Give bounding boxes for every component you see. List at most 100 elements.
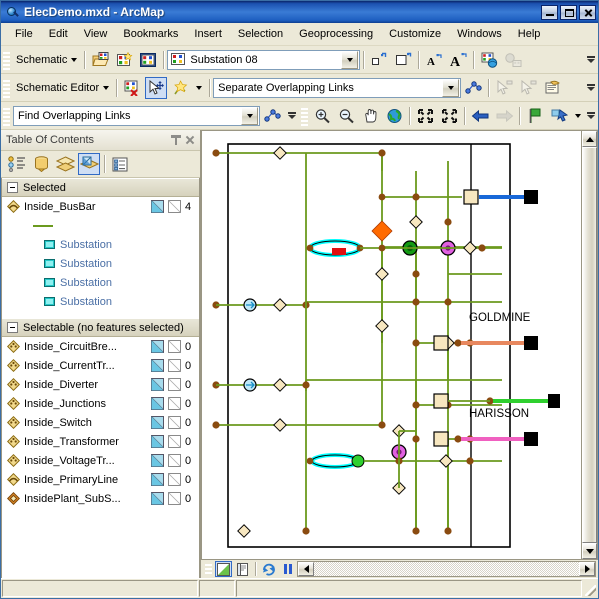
- edit-sketch-button[interactable]: [215, 561, 232, 577]
- menu-selection[interactable]: Selection: [230, 25, 291, 43]
- menu-insert[interactable]: Insert: [186, 25, 230, 43]
- toc-layer-inside-voltagetransformer[interactable]: Inside_VoltageTr... 0: [2, 451, 199, 470]
- open-diagram-button[interactable]: [89, 49, 111, 71]
- toc-layer-inside-switch[interactable]: Inside_Switch 0: [2, 413, 199, 432]
- toc-layer-inside-busbar[interactable]: Inside_BusBar 4: [2, 197, 199, 216]
- select-all-icon[interactable]: [151, 200, 164, 213]
- toc-layer-inside-diverter[interactable]: Inside_Diverter 0: [2, 375, 199, 394]
- toolbar-grip[interactable]: [3, 105, 10, 126]
- clear-selection-icon[interactable]: [168, 435, 181, 448]
- hscroll-track[interactable]: [314, 562, 579, 576]
- find-overlapping-links-button[interactable]: [261, 105, 283, 127]
- refresh-diagram-button[interactable]: [478, 49, 500, 71]
- reduce-symbol-button[interactable]: [368, 49, 390, 71]
- toc-layer-inside-transformer[interactable]: Inside_Transformer 0: [2, 432, 199, 451]
- diagram-combo[interactable]: Substation 08: [167, 49, 361, 70]
- schematic-editor-menu-button[interactable]: Schematic Editor: [12, 80, 113, 96]
- move-tool-button[interactable]: [145, 76, 168, 99]
- map-canvas[interactable]: GOLDMINE HARISSON: [201, 130, 582, 560]
- list-by-selection-button[interactable]: [78, 153, 100, 175]
- list-by-source-button[interactable]: [30, 153, 52, 175]
- increase-font-button[interactable]: A: [447, 49, 469, 71]
- toolbar-overflow-button[interactable]: [585, 77, 596, 99]
- toc-group-selectable[interactable]: Selectable (no features selected): [2, 318, 199, 337]
- map-horizontal-scrollbar[interactable]: [297, 561, 596, 577]
- select-all-icon[interactable]: [151, 435, 164, 448]
- select-all-icon[interactable]: [151, 378, 164, 391]
- new-diagram-button[interactable]: [113, 49, 135, 71]
- toc-sublayer-substation-1[interactable]: Substation: [2, 235, 199, 254]
- layout-rule-combo[interactable]: Separate Overlapping Links: [213, 77, 462, 98]
- toc-sublayer-substation-2[interactable]: Substation: [2, 254, 199, 273]
- enlarge-symbol-button[interactable]: [392, 49, 414, 71]
- diagram-properties-button[interactable]: [137, 49, 159, 71]
- scroll-up-button[interactable]: [582, 131, 597, 147]
- diagram-list-button[interactable]: [502, 49, 524, 71]
- toc-options-button[interactable]: [109, 153, 131, 175]
- toc-layer-inside-currenttransformer[interactable]: Inside_CurrentTr... 0: [2, 356, 199, 375]
- clear-selection-icon[interactable]: [168, 454, 181, 467]
- list-by-visibility-button[interactable]: [54, 153, 76, 175]
- menu-windows[interactable]: Windows: [449, 25, 510, 43]
- toc-group-selected[interactable]: Selected: [2, 178, 199, 197]
- fixed-zoom-in-button[interactable]: [414, 105, 436, 127]
- select-link-button[interactable]: [493, 77, 515, 99]
- overlapping-links-combo[interactable]: Find Overlapping Links: [13, 105, 261, 126]
- toolbar-overflow-button[interactable]: [585, 105, 596, 127]
- maximize-button[interactable]: [560, 4, 577, 20]
- clear-selection-icon[interactable]: [168, 416, 181, 429]
- map-vertical-scrollbar[interactable]: [582, 130, 598, 560]
- diagram-combo-dropdown[interactable]: [341, 50, 359, 69]
- toolbar-grip[interactable]: [3, 49, 10, 70]
- clear-selection-icon[interactable]: [168, 378, 181, 391]
- menu-file[interactable]: File: [7, 25, 41, 43]
- menu-help[interactable]: Help: [510, 25, 549, 43]
- vscroll-track[interactable]: [582, 147, 597, 543]
- identify-button[interactable]: [524, 105, 546, 127]
- toc-sublayer-substation-3[interactable]: Substation: [2, 273, 199, 292]
- select-all-icon[interactable]: [151, 454, 164, 467]
- layout-rule-dropdown[interactable]: [442, 78, 460, 97]
- attributes-button[interactable]: [541, 77, 563, 99]
- page-layout-button[interactable]: [234, 561, 251, 577]
- clear-selection-icon[interactable]: [168, 473, 181, 486]
- toolbar-overflow-button[interactable]: [286, 105, 297, 127]
- toc-tree[interactable]: Selected Inside_BusBar 4 Substation Subs…: [1, 178, 200, 578]
- menu-geoprocessing[interactable]: Geoprocessing: [291, 25, 381, 43]
- overlapping-links-dropdown[interactable]: [241, 106, 259, 125]
- toolbar-grip[interactable]: [301, 105, 309, 126]
- clear-selection-icon[interactable]: [168, 492, 181, 505]
- select-node-button[interactable]: [517, 77, 539, 99]
- pin-icon[interactable]: [169, 133, 183, 147]
- vscroll-thumb[interactable]: [582, 147, 597, 543]
- schematic-trace-button[interactable]: [169, 77, 191, 99]
- go-next-extent-button[interactable]: [493, 105, 515, 127]
- apply-layout-button[interactable]: [462, 77, 484, 99]
- toc-layer-inside-junctions[interactable]: Inside_Junctions 0: [2, 394, 199, 413]
- select-all-icon[interactable]: [151, 473, 164, 486]
- clear-selection-icon[interactable]: [168, 200, 181, 213]
- menu-view[interactable]: View: [76, 25, 116, 43]
- go-back-extent-button[interactable]: [469, 105, 491, 127]
- menu-bookmarks[interactable]: Bookmarks: [115, 25, 186, 43]
- full-extent-button[interactable]: [383, 105, 405, 127]
- fixed-zoom-out-button[interactable]: [438, 105, 460, 127]
- select-all-icon[interactable]: [151, 416, 164, 429]
- toolbar-grip[interactable]: [205, 562, 212, 576]
- select-all-icon[interactable]: [151, 492, 164, 505]
- list-by-drawing-order-button[interactable]: [6, 153, 28, 175]
- refresh-view-button[interactable]: [260, 561, 277, 577]
- stop-editing-button[interactable]: [121, 77, 143, 99]
- pan-button[interactable]: [359, 105, 381, 127]
- collapse-icon[interactable]: [7, 322, 18, 333]
- select-all-icon[interactable]: [151, 397, 164, 410]
- scroll-right-button[interactable]: [579, 562, 595, 576]
- close-button[interactable]: [579, 4, 596, 20]
- scroll-left-button[interactable]: [298, 562, 314, 576]
- close-icon[interactable]: [183, 133, 197, 147]
- scroll-down-button[interactable]: [582, 543, 597, 559]
- schematic-trace-dropdown[interactable]: [193, 77, 205, 99]
- clear-selection-icon[interactable]: [168, 340, 181, 353]
- resize-grip[interactable]: [582, 579, 598, 598]
- pause-drawing-button[interactable]: [279, 561, 296, 577]
